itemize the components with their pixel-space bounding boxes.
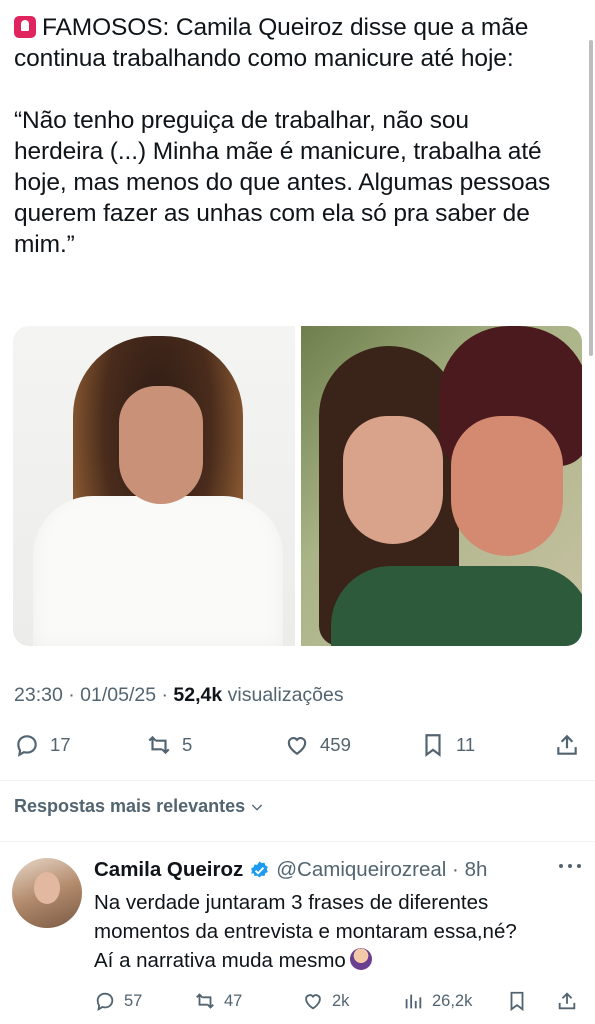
chevron-down-icon: [252, 804, 263, 811]
tweet-media[interactable]: [13, 326, 582, 646]
reply-author-handle[interactable]: @Camiqueirozreal · 8h: [276, 858, 487, 882]
reply-header: Camila Queiroz @Camiqueirozreal · 8h: [94, 858, 487, 882]
tweet-quote-3: hoje, mas menos do que antes. Algumas pe…: [14, 169, 551, 196]
reply-line-1: Na verdade juntaram 3 frases de diferent…: [94, 891, 489, 914]
bookmark-button[interactable]: 11: [420, 732, 475, 758]
reply-repost-button[interactable]: 47: [194, 990, 242, 1012]
reply-icon: [96, 992, 114, 1012]
tweet-line-1: FAMOSOS: Camila Queiroz disse que a mãe: [42, 14, 529, 41]
reply-actions: 57 47 2k 26,2k: [94, 990, 584, 1012]
repost-icon: [196, 993, 214, 1009]
police-light-icon: [14, 16, 36, 38]
tweet-text: FAMOSOS: Camila Queiroz disse que a mãe …: [14, 12, 574, 260]
tweet-quote-2: herdeira (...) Minha mãe é manicure, tra…: [14, 138, 542, 165]
more-options-icon[interactable]: [559, 864, 581, 870]
repost-button[interactable]: 5: [146, 732, 192, 758]
views-label: visualizações: [227, 684, 344, 706]
heart-icon: [287, 737, 307, 755]
share-icon: [558, 992, 576, 1010]
heart-icon: [305, 994, 321, 1010]
reply-views-button[interactable]: 26,2k: [402, 990, 472, 1012]
sort-replies-dropdown[interactable]: Respostas mais relevantes: [14, 796, 265, 817]
reply-tweet[interactable]: Camila Queiroz @Camiqueirozreal · 8h Na …: [0, 842, 595, 1024]
reply-author-name[interactable]: Camila Queiroz: [94, 858, 243, 882]
reply-share-button[interactable]: [556, 990, 578, 1012]
views-count: 52,4k: [173, 684, 223, 706]
photo-camila-with-mother[interactable]: [300, 326, 582, 646]
views-chart-icon: [405, 994, 422, 1009]
tweet-actions: 17 5 459 11: [14, 732, 584, 762]
like-button[interactable]: 459: [284, 732, 351, 758]
photo-camila-portrait[interactable]: [13, 326, 295, 646]
reply-like-button[interactable]: 2k: [302, 990, 349, 1012]
bookmark-icon: [510, 991, 524, 1012]
tweet-timestamp[interactable]: 23:30 · 01/05/25: [14, 684, 156, 706]
scrollbar[interactable]: [589, 40, 593, 356]
tweet-meta: 23:30 · 01/05/25 · 52,4k visualizações: [14, 684, 344, 706]
share-icon: [557, 734, 577, 755]
reply-icon: [17, 735, 37, 757]
sort-label: Respostas mais relevantes: [14, 796, 246, 816]
tweet-line-2: continua trabalhando como manicure até h…: [14, 45, 514, 72]
share-button[interactable]: [554, 732, 580, 758]
verified-badge-icon: [251, 860, 269, 877]
divider: [0, 780, 595, 781]
reply-bookmark-button[interactable]: [506, 990, 528, 1012]
reply-like-count: 2k: [332, 991, 350, 1010]
bookmark-icon: [425, 734, 441, 757]
tweet-quote-4: querem fazer as unhas com ela só pra sab…: [14, 200, 530, 227]
woman-shrugging-icon: [349, 948, 372, 970]
reply-line-3: Aí a narrativa muda mesmo: [94, 949, 346, 972]
reply-views-count: 26,2k: [432, 991, 473, 1010]
reply-button[interactable]: 17: [14, 732, 71, 758]
reply-reply-count: 57: [124, 991, 143, 1010]
avatar[interactable]: [12, 858, 82, 928]
repost-count: 5: [182, 734, 193, 755]
reply-repost-count: 47: [224, 991, 243, 1010]
repost-icon: [148, 735, 170, 755]
reply-reply-button[interactable]: 57: [94, 990, 142, 1012]
tweet-quote-5: mim.”: [14, 231, 75, 258]
bookmark-count: 11: [456, 734, 476, 755]
reply-count: 17: [50, 734, 71, 755]
reply-line-2: momentos da entrevista e montaram essa,n…: [94, 920, 517, 943]
like-count: 459: [320, 734, 351, 755]
reply-text: Na verdade juntaram 3 frases de diferent…: [94, 888, 584, 975]
tweet-quote-1: “Não tenho preguiça de trabalhar, não so…: [14, 107, 469, 134]
